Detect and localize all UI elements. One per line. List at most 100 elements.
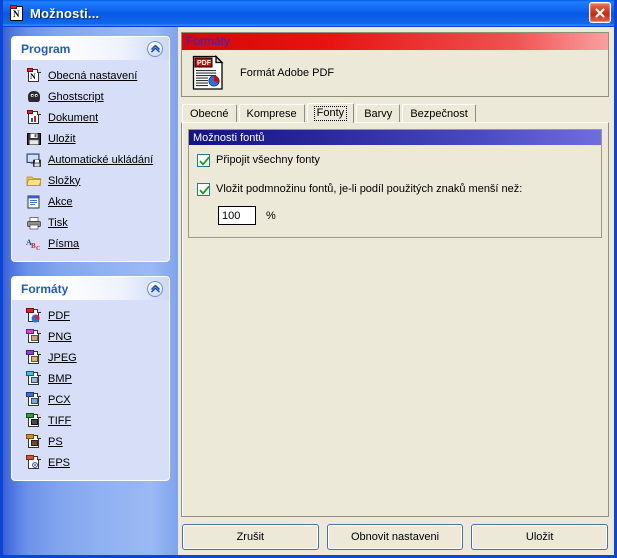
close-icon[interactable]	[589, 2, 611, 23]
sidebar-item-label: Ghostscript	[48, 90, 104, 103]
percent-unit-label: %	[266, 209, 276, 222]
sidebar-item-eps[interactable]: EPS	[12, 452, 169, 473]
file-pdf-icon	[26, 307, 42, 324]
sidebar-item-obecna-nastaveni[interactable]: N Obecná nastavení	[12, 65, 169, 86]
svg-text:PDF: PDF	[197, 60, 212, 67]
document-n-icon: N	[26, 67, 42, 84]
file-eps-icon	[26, 454, 42, 471]
sidebar-item-ulozit[interactable]: Uložit	[12, 128, 169, 149]
file-tiff-icon	[26, 412, 42, 429]
panel-header-formaty: Formáty	[12, 277, 169, 300]
sidebar-item-akce[interactable]: Akce	[12, 191, 169, 212]
checkbox-subset-fonts[interactable]	[197, 183, 210, 196]
sidebar-item-label: Dokument	[48, 111, 99, 124]
tab-barvy[interactable]: Barvy	[356, 104, 401, 122]
groupbox-font-options: Možnosti fontů Připojit všechny fonty Vl…	[188, 129, 602, 238]
sidebar-item-label: Tisk	[48, 216, 68, 229]
format-description: Formát Adobe PDF	[240, 67, 335, 79]
options-dialog-window: N Možnosti... Program N Obecná nastavení…	[0, 0, 617, 558]
printer-icon	[26, 215, 42, 231]
sidebar-item-tisk[interactable]: Tisk	[12, 212, 169, 233]
file-png-icon	[26, 328, 42, 345]
tab-strip: Obecné Komprese Fonty Barvy Bezpečnost	[181, 102, 609, 123]
chevron-up-icon[interactable]	[147, 280, 163, 297]
sidebar-item-pcx[interactable]: PCX	[12, 389, 169, 410]
row-subset-fonts: Vložit podmnožinu fontů, je-li podíl pou…	[197, 183, 593, 196]
dialog-button-bar: Zrušit Obnovit nastaveni Uložit	[181, 517, 609, 550]
tab-label: Obecné	[190, 107, 229, 120]
sidebar-item-label: PDF	[48, 309, 70, 322]
subset-percent-input[interactable]	[218, 206, 256, 225]
sidebar-item-label: BMP	[48, 372, 72, 385]
file-ps-icon	[26, 433, 42, 450]
main-content: Formáty PDF Formát Adobe PDF Obecné Komp…	[178, 27, 614, 555]
sidebar-item-slozky[interactable]: Složky	[12, 170, 169, 191]
tab-bezpecnost[interactable]: Bezpečnost	[402, 104, 476, 122]
sidebar-item-tiff[interactable]: TIFF	[12, 410, 169, 431]
sidebar-item-label: Akce	[48, 195, 73, 208]
groupbox-header: Možnosti fontů	[189, 130, 601, 145]
sidebar-item-png[interactable]: PNG	[12, 326, 169, 347]
checkbox-embed-all-fonts[interactable]	[197, 154, 210, 167]
file-bmp-icon	[26, 370, 42, 387]
file-jpeg-icon	[26, 349, 42, 366]
document-chart-icon	[26, 109, 42, 126]
tab-label: Komprese	[246, 107, 297, 120]
folder-icon	[26, 173, 42, 189]
chevron-up-icon[interactable]	[147, 40, 163, 57]
row-subset-percent: %	[197, 206, 593, 225]
cancel-button[interactable]: Zrušit	[182, 524, 319, 550]
panel-title-program: Program	[21, 41, 71, 56]
sidebar-item-ghostscript[interactable]: Ghostscript	[12, 86, 169, 107]
sidebar-item-label: Písma	[48, 237, 80, 250]
panel-header-program: Program	[12, 37, 169, 60]
panel-body-formaty: PDF PNG JPEG BMP PCX TIFF PS EPS	[12, 300, 169, 480]
sidebar-item-pisma[interactable]: A B C Písma	[12, 233, 169, 254]
checkbox-embed-all-fonts-label: Připojit všechny fonty	[216, 154, 320, 166]
sidebar-panel-program: Program N Obecná nastavení Ghostscript D…	[11, 36, 170, 262]
groupbox-title: Možnosti fontů	[193, 131, 265, 144]
sidebar-item-jpeg[interactable]: JPEG	[12, 347, 169, 368]
save-button[interactable]: Uložit	[471, 524, 609, 550]
sidebar-item-label: PCX	[48, 393, 71, 406]
sidebar-item-bmp[interactable]: BMP	[12, 368, 169, 389]
tab-label: Fonty	[313, 106, 348, 121]
format-header-title: Formáty	[186, 34, 231, 48]
sidebar-item-label: Obecná nastavení	[48, 69, 138, 82]
sidebar-item-label: Automatické ukládání	[48, 153, 154, 166]
sidebar-item-ps[interactable]: PS	[12, 431, 169, 452]
format-header-bar: Formáty	[182, 33, 608, 50]
sidebar-item-label: JPEG	[48, 351, 77, 364]
sidebar-item-dokument[interactable]: Dokument	[12, 107, 169, 128]
title-bar: N Možnosti...	[3, 0, 614, 27]
tab-panel-fonty: Možnosti fontů Připojit všechny fonty Vl…	[181, 122, 609, 517]
sidebar-item-label: PS	[48, 435, 63, 448]
tab-fonty[interactable]: Fonty	[306, 103, 355, 123]
sidebar-panel-formaty: Formáty PDF PNG JPEG BMP PCX TIFF PS EPS	[11, 276, 170, 481]
groupbox-body: Připojit všechny fonty Vložit podmnožinu…	[189, 145, 601, 237]
panel-body-program: N Obecná nastavení Ghostscript Dokument …	[12, 60, 169, 261]
tab-komprese[interactable]: Komprese	[238, 104, 305, 122]
tab-label: Barvy	[364, 107, 393, 120]
clipboard-icon	[26, 194, 42, 210]
ghost-icon	[26, 89, 42, 105]
tab-obecne[interactable]: Obecné	[182, 104, 237, 122]
row-embed-all-fonts: Připojit všechny fonty	[197, 154, 593, 167]
abc-font-icon: A B C	[26, 236, 42, 252]
pdf-document-icon: PDF	[192, 54, 224, 91]
floppy-disk-icon	[26, 131, 42, 147]
sidebar: Program N Obecná nastavení Ghostscript D…	[3, 27, 178, 555]
sidebar-item-label: Složky	[48, 174, 81, 187]
dialog-body: Program N Obecná nastavení Ghostscript D…	[3, 27, 614, 555]
format-header-box: Formáty PDF Formát Adobe PDF	[181, 32, 609, 97]
panel-title-formaty: Formáty	[21, 281, 69, 296]
tab-label: Bezpečnost	[410, 107, 468, 120]
checkbox-subset-fonts-label: Vložit podmnožinu fontů, je-li podíl pou…	[216, 183, 523, 195]
monitor-save-icon	[26, 152, 42, 168]
restore-settings-button[interactable]: Obnovit nastaveni	[326, 524, 464, 550]
document-n-icon: N	[8, 4, 25, 22]
sidebar-item-label: Uložit	[48, 132, 76, 145]
sidebar-item-automaticke-ukladani[interactable]: Automatické ukládání	[12, 149, 169, 170]
window-title: Možnosti...	[30, 5, 100, 21]
sidebar-item-pdf[interactable]: PDF	[12, 305, 169, 326]
